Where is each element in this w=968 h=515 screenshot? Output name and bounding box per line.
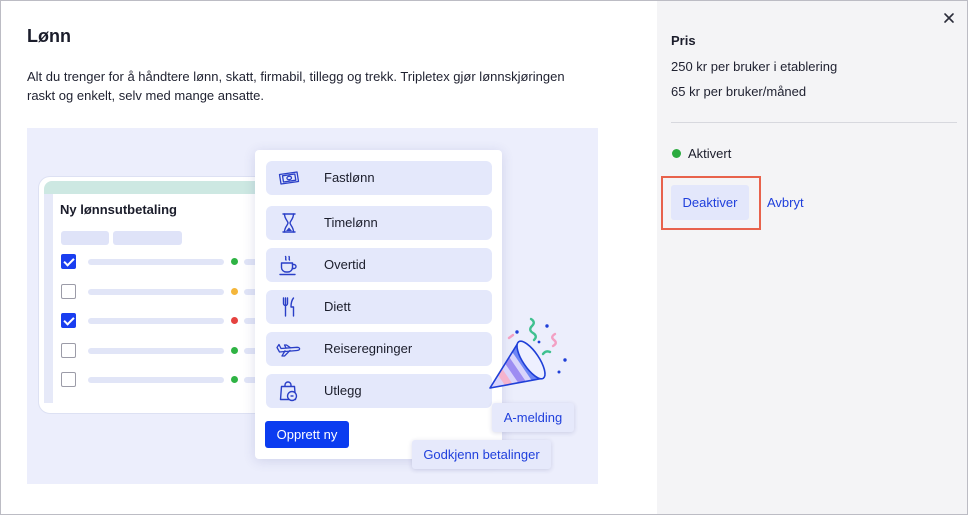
create-new-button: Opprett ny — [265, 421, 349, 448]
table-row — [61, 372, 287, 387]
payroll-card: Ny lønnsutbetaling — [38, 176, 288, 414]
card-header-strip — [44, 181, 287, 194]
row-checkbox — [61, 284, 76, 299]
deactivate-button[interactable]: Deaktiver — [671, 185, 749, 220]
table-row — [61, 254, 287, 269]
module-description: Alt du trenger for å håndtere lønn, skat… — [27, 67, 565, 105]
menu-item-overtid: Overtid — [266, 248, 492, 282]
row-status-dot — [231, 258, 238, 265]
divider — [671, 122, 957, 123]
placeholder-pill — [113, 231, 182, 245]
card-body: Ny lønnsutbetaling — [53, 194, 287, 403]
shopping-bag-icon — [277, 379, 301, 403]
a-melding-chip: A-melding — [492, 403, 574, 432]
payroll-illustration: Ny lønnsutbetaling Fastlønn Timelønn Ove… — [27, 128, 598, 484]
hourglass-icon — [277, 211, 301, 235]
row-status-dot — [231, 288, 238, 295]
menu-item-label: Diett — [324, 299, 351, 314]
row-placeholder-bar — [88, 376, 224, 383]
placeholder-pill — [61, 231, 109, 245]
cutlery-icon — [277, 295, 301, 319]
row-placeholder-bar — [88, 258, 224, 265]
coffee-cup-icon — [277, 253, 301, 277]
menu-item-label: Overtid — [324, 257, 366, 272]
banknote-icon — [277, 166, 301, 190]
price-heading: Pris — [671, 33, 696, 48]
menu-item-label: Utlegg — [324, 383, 362, 398]
cancel-link[interactable]: Avbryt — [767, 193, 804, 213]
menu-item-utlegg: Utlegg — [266, 374, 492, 408]
row-status-dot — [231, 317, 238, 324]
description-line: Alt du trenger for å håndtere lønn, skat… — [27, 69, 565, 84]
table-row — [61, 284, 287, 299]
menu-item-label: Fastlønn — [324, 170, 375, 185]
approve-payments-chip: Godkjenn betalinger — [412, 440, 551, 469]
table-row — [61, 313, 287, 328]
row-checkbox — [61, 343, 76, 358]
pay-type-menu: Fastlønn Timelønn Overtid Diett Reisereg… — [255, 150, 502, 459]
row-placeholder-bar — [88, 317, 224, 324]
menu-item-label: Reiseregninger — [324, 341, 413, 356]
row-status-dot — [231, 347, 238, 354]
description-line: raskt og enkelt, selv med mange ansatte. — [27, 88, 265, 103]
close-icon[interactable] — [941, 10, 957, 26]
row-checkbox — [61, 372, 76, 387]
card-frame: Ny lønnsutbetaling — [44, 194, 287, 403]
menu-item-reiseregninger: Reiseregninger — [266, 332, 492, 366]
price-setup: 250 kr per bruker i etablering — [671, 59, 838, 74]
table-row — [61, 343, 287, 358]
menu-item-label: Timelønn — [324, 215, 378, 230]
status-label: Aktivert — [688, 146, 732, 161]
menu-item-diett: Diett — [266, 290, 492, 324]
card-title: Ny lønnsutbetaling — [60, 202, 177, 217]
row-checkbox — [61, 313, 76, 328]
page-title: Lønn — [27, 26, 71, 46]
status-dot — [672, 149, 681, 158]
row-placeholder-bar — [88, 288, 224, 295]
menu-item-timelonn: Timelønn — [266, 206, 492, 240]
row-status-dot — [231, 376, 238, 383]
row-placeholder-bar — [88, 347, 224, 354]
airplane-icon — [275, 337, 303, 361]
module-details: Lønn Alt du trenger for å håndtere lønn,… — [0, 0, 657, 515]
info-panel: Pris 250 kr per bruker i etablering 65 k… — [657, 0, 968, 515]
row-checkbox — [61, 254, 76, 269]
party-popper-icon — [489, 317, 567, 389]
price-monthly: 65 kr per bruker/måned — [671, 84, 807, 99]
menu-item-fastlonn: Fastlønn — [266, 161, 492, 195]
